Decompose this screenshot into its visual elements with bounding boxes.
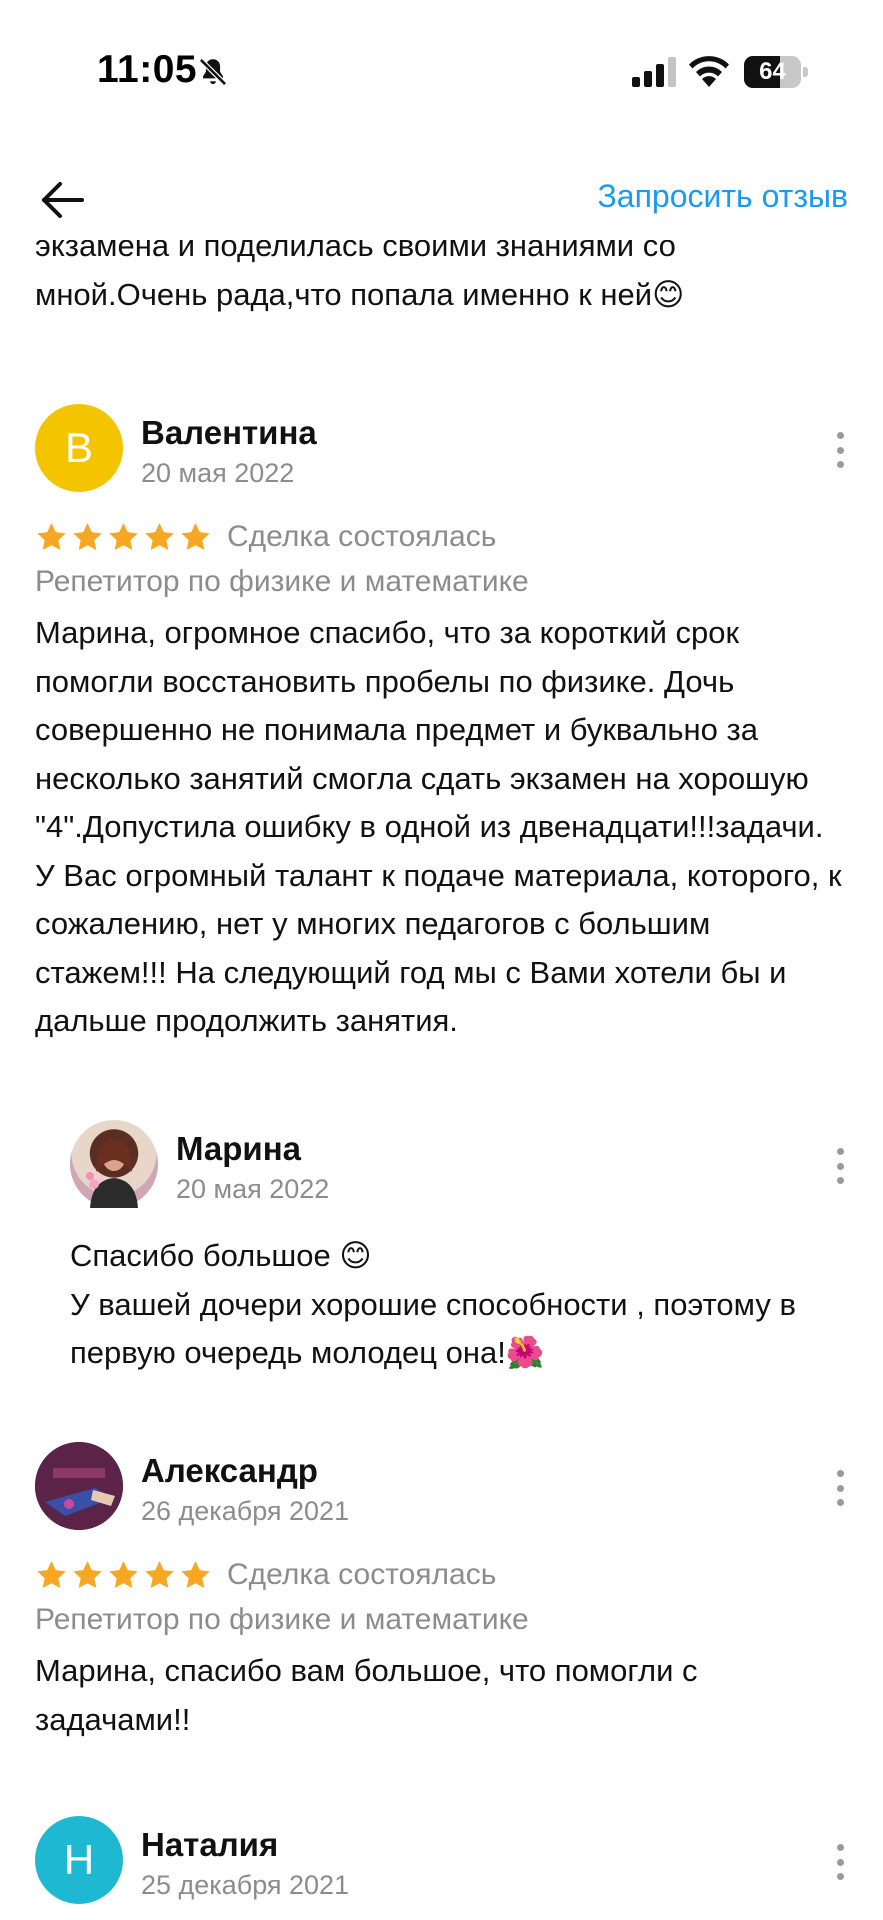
- battery-icon: 64: [744, 56, 808, 88]
- avatar[interactable]: Н: [35, 1816, 123, 1904]
- avatar[interactable]: В: [35, 404, 123, 492]
- review-text-partial: экзамена и поделилась своими знаниями со…: [35, 240, 850, 319]
- review-card: Н Наталия 25 декабря 2021: [35, 1816, 850, 1920]
- back-button[interactable]: [34, 172, 90, 228]
- review-category: Репетитор по физике и математике: [35, 1603, 529, 1636]
- deal-status: Сделка состоялась: [227, 1558, 497, 1591]
- reply-text: Спасибо большое 😊 У вашей дочери хорошие…: [70, 1238, 796, 1370]
- rating-stars: Сделка состоялась: [35, 1555, 496, 1595]
- more-options-button[interactable]: [830, 432, 850, 468]
- battery-level: 64: [759, 58, 786, 85]
- review-text-line: мной.Очень рада,что попала именно к ней😊: [35, 276, 685, 312]
- review-card: Александр 26 декабря 2021 Сделка состоял…: [35, 1442, 850, 1742]
- deal-status: Сделка состоялась: [227, 520, 497, 553]
- review-date: 20 мая 2022: [141, 458, 295, 488]
- review-text-line: экзамена и поделилась своими знаниями со: [35, 240, 676, 263]
- reviewer-name[interactable]: Александр: [141, 1452, 318, 1490]
- review-text: Марина, спасибо вам большое, что помогли…: [35, 1653, 698, 1737]
- more-options-button[interactable]: [830, 1470, 850, 1506]
- wifi-icon: [689, 56, 729, 87]
- review-card: В Валентина 20 мая 2022 Сделка состоялас…: [35, 404, 850, 1144]
- reviewer-name[interactable]: Валентина: [141, 414, 317, 452]
- reviewer-name[interactable]: Наталия: [141, 1826, 278, 1864]
- more-options-button[interactable]: [830, 1844, 850, 1880]
- star-icon: [37, 1560, 66, 1588]
- clock: 11:05: [97, 48, 198, 91]
- reviews-list[interactable]: экзамена и поделилась своими знаниями со…: [0, 240, 883, 1920]
- star-icon: [109, 1560, 138, 1588]
- review-text: Марина, огромное спасибо, что за коротки…: [35, 615, 842, 1038]
- status-bar: 11:05 64: [0, 0, 883, 150]
- star-icon: [73, 522, 102, 550]
- review-date: 26 декабря 2021: [141, 1496, 350, 1526]
- review-category: Репетитор по физике и математике: [35, 565, 529, 598]
- avatar[interactable]: [70, 1120, 158, 1208]
- top-nav: Запросить отзыв: [0, 160, 883, 240]
- rating-stars: Сделка состоялась: [35, 517, 496, 557]
- avatar-photo: [86, 1139, 138, 1208]
- more-options-button[interactable]: [830, 1148, 850, 1184]
- star-icon: [73, 1560, 102, 1588]
- bell-muted-icon: [199, 58, 227, 86]
- reply-author-name[interactable]: Марина: [176, 1130, 301, 1168]
- star-icon: [181, 522, 210, 550]
- star-icon: [145, 1560, 174, 1588]
- request-review-button[interactable]: Запросить отзыв: [597, 178, 848, 215]
- star-icon: [37, 522, 66, 550]
- star-icon: [109, 522, 138, 550]
- signal-icon: [632, 57, 676, 87]
- review-date: 25 декабря 2021: [141, 1870, 350, 1900]
- avatar[interactable]: [35, 1442, 123, 1530]
- arrow-left-icon: [42, 182, 84, 218]
- reply-date: 20 мая 2022: [176, 1174, 330, 1204]
- star-icon: [145, 522, 174, 550]
- owner-reply: Марина 20 мая 2022 Спасибо большое 😊 У в…: [70, 1120, 850, 1380]
- star-icon: [181, 1560, 210, 1588]
- avatar-photo: [35, 1442, 123, 1530]
